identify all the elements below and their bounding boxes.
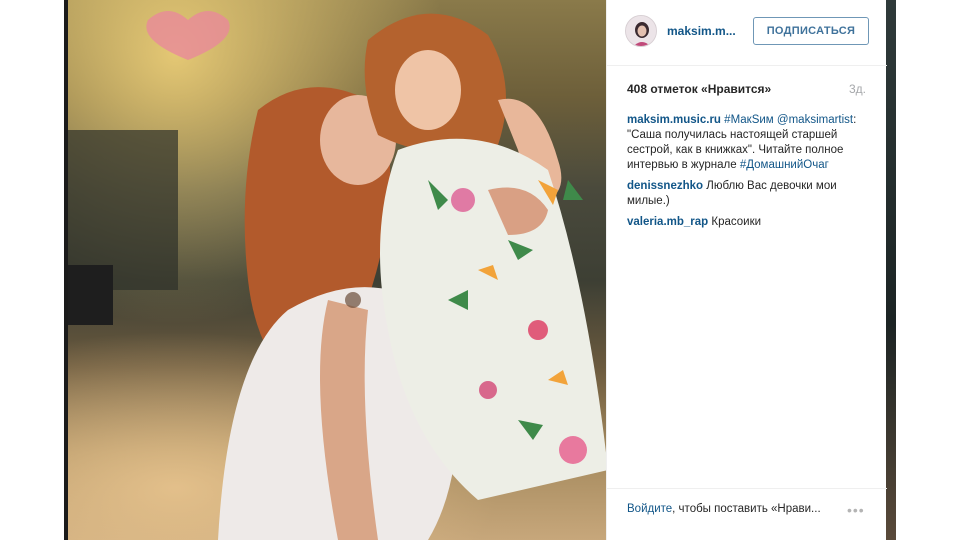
list-item-comment: valeria.mb_rap Красоики [627, 215, 871, 230]
login-link[interactable]: Войдите [627, 503, 672, 515]
comment-username[interactable]: maksim.music.ru [627, 114, 721, 126]
post-footer: Войдите, чтобы поставить «Нрави... ••• [607, 488, 887, 528]
post-side-panel: maksim.m... ПОДПИСАТЬСЯ 408 отметок «Нра… [606, 0, 887, 540]
instagram-post-modal: maksim.m... ПОДПИСАТЬСЯ 408 отметок «Нра… [0, 0, 960, 540]
photo-illustration [68, 0, 606, 540]
comments-list: maksim.music.ru #МакSим @maksimartist: "… [627, 113, 871, 236]
hashtag-link[interactable]: #МакSим [724, 114, 774, 126]
post-header: maksim.m... ПОДПИСАТЬСЯ [607, 0, 887, 66]
post-photo[interactable] [68, 0, 606, 540]
login-prompt: Войдите, чтобы поставить «Нрави... [627, 503, 821, 515]
login-prompt-text: , чтобы поставить «Нрави... [672, 503, 821, 515]
post-timestamp[interactable]: 3д. [849, 82, 866, 96]
background-strip [886, 0, 896, 540]
list-item-comment: denissnezhko Люблю Вас девочки мои милые… [627, 179, 871, 209]
follow-button[interactable]: ПОДПИСАТЬСЯ [753, 17, 869, 45]
mention-link[interactable]: @maksimartist [777, 114, 853, 126]
post-author-username[interactable]: maksim.m... [667, 24, 736, 38]
profile-avatar[interactable] [625, 15, 657, 47]
hashtag-link[interactable]: #ДомашнийОчаг [740, 159, 829, 171]
comment-username[interactable]: valeria.mb_rap [627, 216, 708, 228]
comment-username[interactable]: denissnezhko [627, 180, 703, 192]
more-options-icon[interactable]: ••• [847, 502, 865, 518]
caption-comment: maksim.music.ru #МакSим @maksimartist: "… [627, 113, 871, 173]
likes-count[interactable]: 408 отметок «Нравится» [627, 82, 771, 96]
comment-text: Красоики [711, 216, 762, 228]
avatar-image [626, 16, 656, 46]
